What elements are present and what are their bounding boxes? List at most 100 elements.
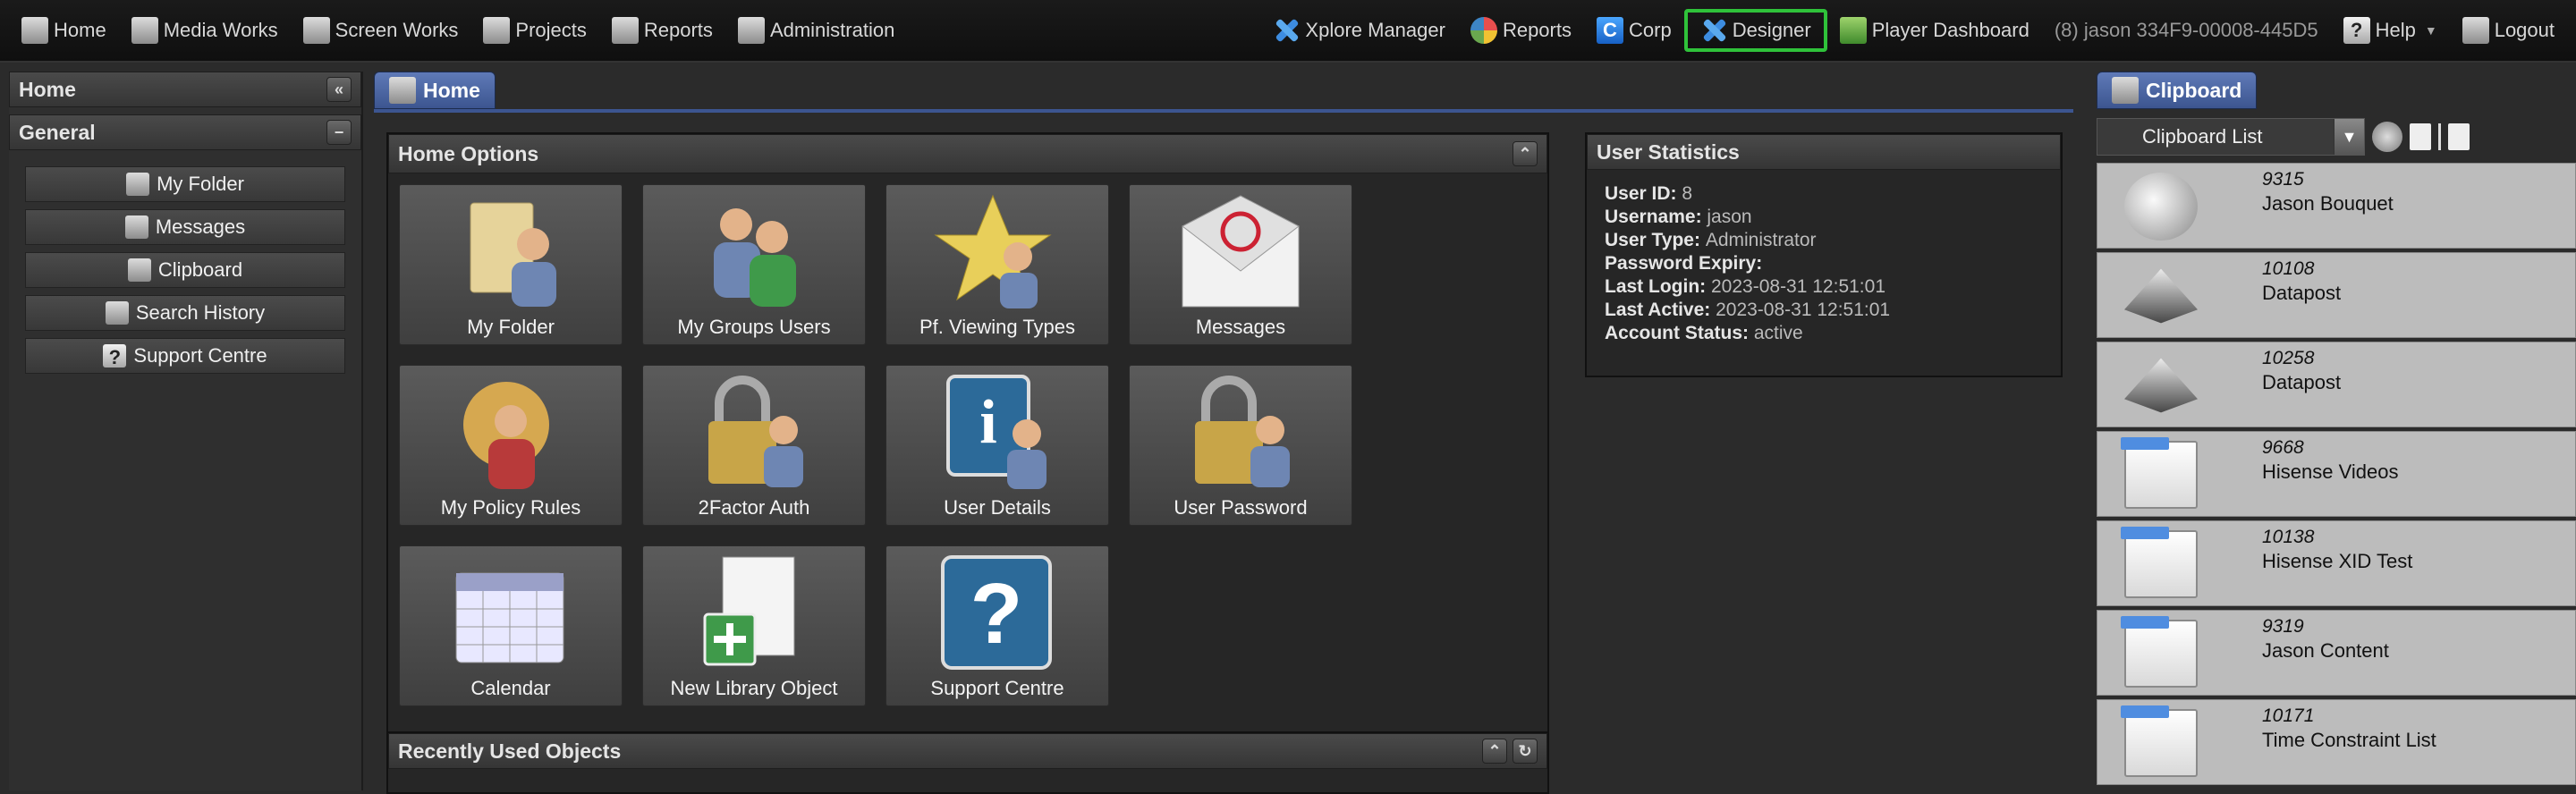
home-icon (389, 77, 416, 104)
nav-designer[interactable]: Designer (1683, 9, 1827, 52)
item-id: 10171 (2262, 705, 2315, 726)
item-id: 10258 (2262, 348, 2315, 368)
reports-chart-icon (1470, 17, 1497, 44)
tile-2factor-auth[interactable]: 2Factor Auth (642, 365, 866, 526)
projects-icon (483, 17, 511, 44)
nav-help-label: Help (2375, 19, 2416, 41)
left-sidebar: Home « General − My Folder Messages Clip… (9, 72, 363, 790)
nav-reports-right-label: Reports (1502, 19, 1572, 41)
user-session-info: (8) jason 334F9-00008-445D5 (2042, 9, 2331, 52)
sidebar-item-support-centre[interactable]: ? Support Centre (25, 338, 345, 374)
stat-row: Last Active: 2023-08-31 12:51:01 (1605, 300, 1891, 320)
nav-screen-works[interactable]: Screen Works (291, 9, 471, 52)
list-document-icon (2121, 527, 2198, 598)
chevron-down-icon: ▼ (2334, 119, 2364, 155)
clipboard-item[interactable]: 9319 Jason Content (2097, 610, 2576, 696)
sidebar-item-label: My Folder (157, 173, 244, 195)
list-document-icon (2121, 705, 2198, 777)
clipboard-item[interactable]: 10258 Datapost (2097, 342, 2576, 427)
sidebar-item-my-folder[interactable]: My Folder (25, 166, 345, 202)
clipboard-item[interactable]: 10138 Hisense XID Test (2097, 520, 2576, 606)
collapse-panel-button[interactable]: ⌃ (1513, 141, 1538, 166)
nav-help[interactable]: ? Help ▼ (2331, 9, 2450, 52)
section-title: General (19, 120, 96, 144)
sidebar-item-messages[interactable]: Messages (25, 209, 345, 245)
tile-label: Messages (1195, 316, 1286, 338)
nav-administration[interactable]: Administration (725, 9, 907, 52)
nav-player-dashboard[interactable]: Player Dashboard (1827, 9, 2042, 52)
clipboard-action-icon[interactable] (2448, 123, 2470, 150)
svg-text:i: i (979, 388, 996, 457)
camera-icon (2124, 173, 2198, 241)
nav-xplore-label: Xplore Manager (1305, 19, 1445, 41)
recently-used-panel: Recently Used Objects ⌃ ↻ (386, 731, 1549, 794)
clipboard-list-select[interactable]: Clipboard List ▼ (2097, 118, 2365, 156)
calendar-icon (455, 572, 564, 663)
tile-support-centre[interactable]: ? Support Centre (886, 545, 1109, 706)
list-document-icon (2121, 616, 2198, 688)
collapse-section-button[interactable]: − (326, 120, 352, 145)
list-document-icon (2121, 437, 2198, 509)
tab-clipboard[interactable]: Clipboard (2097, 72, 2258, 109)
clipboard-item[interactable]: 10108 Datapost (2097, 252, 2576, 338)
tile-new-library-object[interactable]: New Library Object (642, 545, 866, 706)
refresh-icon[interactable] (2372, 122, 2402, 152)
stat-value: active (1753, 323, 1803, 343)
home-options-panel: Home Options ⌃ My Folder My Groups Users… (386, 132, 1549, 794)
tile-pf-viewing-types[interactable]: Pf. Viewing Types (886, 184, 1109, 345)
tab-home-label: Home (423, 78, 480, 102)
clipboard-item[interactable]: 10171 Time Constraint List (2097, 699, 2576, 785)
sidebar-item-label: Clipboard (157, 258, 243, 281)
svg-text:?: ? (970, 566, 1023, 662)
item-id: 10108 (2262, 258, 2315, 279)
tile-messages[interactable]: Messages (1129, 184, 1352, 345)
clipboard-panel: Clipboard Clipboard List ▼ 9315 Jason Bouq… (2093, 72, 2576, 790)
document-icon[interactable] (2410, 123, 2431, 150)
datapost-icon (2124, 358, 2198, 413)
tile-label: 2Factor Auth (698, 496, 810, 519)
sidebar-item-label: Support Centre (133, 344, 267, 367)
nav-home[interactable]: Home (9, 9, 119, 52)
clipboard-item[interactable]: 9668 Hisense Videos (2097, 431, 2576, 517)
stat-key: User ID (1605, 183, 1671, 204)
nav-designer-label: Designer (1732, 19, 1811, 41)
nav-home-label: Home (54, 19, 106, 41)
stat-key: Last Login (1605, 276, 1700, 297)
collapse-panel-button[interactable]: ⌃ (1482, 739, 1507, 764)
sidebar-item-clipboard[interactable]: Clipboard (25, 252, 345, 288)
new-document-icon (703, 556, 795, 666)
recently-used-header: Recently Used Objects ⌃ ↻ (388, 733, 1547, 769)
help-icon: ? (941, 555, 1052, 670)
tile-my-policy-rules[interactable]: My Policy Rules (399, 365, 623, 526)
sidebar-item-search-history[interactable]: Search History (25, 295, 345, 331)
folder-user-icon (470, 202, 556, 307)
tab-underline (374, 109, 2073, 113)
user-session-label: (8) jason 334F9-00008-445D5 (2054, 19, 2318, 41)
collapse-sidebar-button[interactable]: « (326, 77, 352, 102)
screen-works-icon (302, 17, 330, 44)
nav-media-works[interactable]: Media Works (119, 9, 291, 52)
nav-projects[interactable]: Projects (470, 9, 598, 52)
tile-my-groups-users[interactable]: My Groups Users (642, 184, 866, 345)
nav-xplore-manager[interactable]: Xplore Manager (1260, 9, 1458, 52)
refresh-button[interactable]: ↻ (1513, 739, 1538, 764)
item-id: 9315 (2262, 169, 2304, 190)
nav-logout[interactable]: Logout (2450, 9, 2567, 52)
nav-reports-right[interactable]: Reports (1458, 9, 1584, 52)
group-users-icon (714, 208, 796, 307)
user-statistics-body: User ID: 8 Username: jason User Type: Ad… (1587, 170, 2061, 358)
sidebar-title: Home (19, 77, 76, 101)
sidebar-item-label: Messages (155, 215, 246, 238)
nav-corp[interactable]: C Corp (1584, 9, 1684, 52)
tile-calendar[interactable]: Calendar (399, 545, 623, 706)
tile-label: User Details (944, 496, 1051, 519)
tile-user-details[interactable]: i User Details (886, 365, 1109, 526)
nav-reports[interactable]: Reports (599, 9, 725, 52)
tile-my-folder[interactable]: My Folder (399, 184, 623, 345)
user-statistics-header: User Statistics (1587, 134, 2061, 170)
tile-user-password[interactable]: User Password (1129, 365, 1352, 526)
lock-user-icon (708, 376, 803, 487)
tab-home[interactable]: Home (374, 72, 496, 109)
datapost-icon (2124, 268, 2198, 324)
clipboard-item[interactable]: 9315 Jason Bouquet (2097, 163, 2576, 249)
